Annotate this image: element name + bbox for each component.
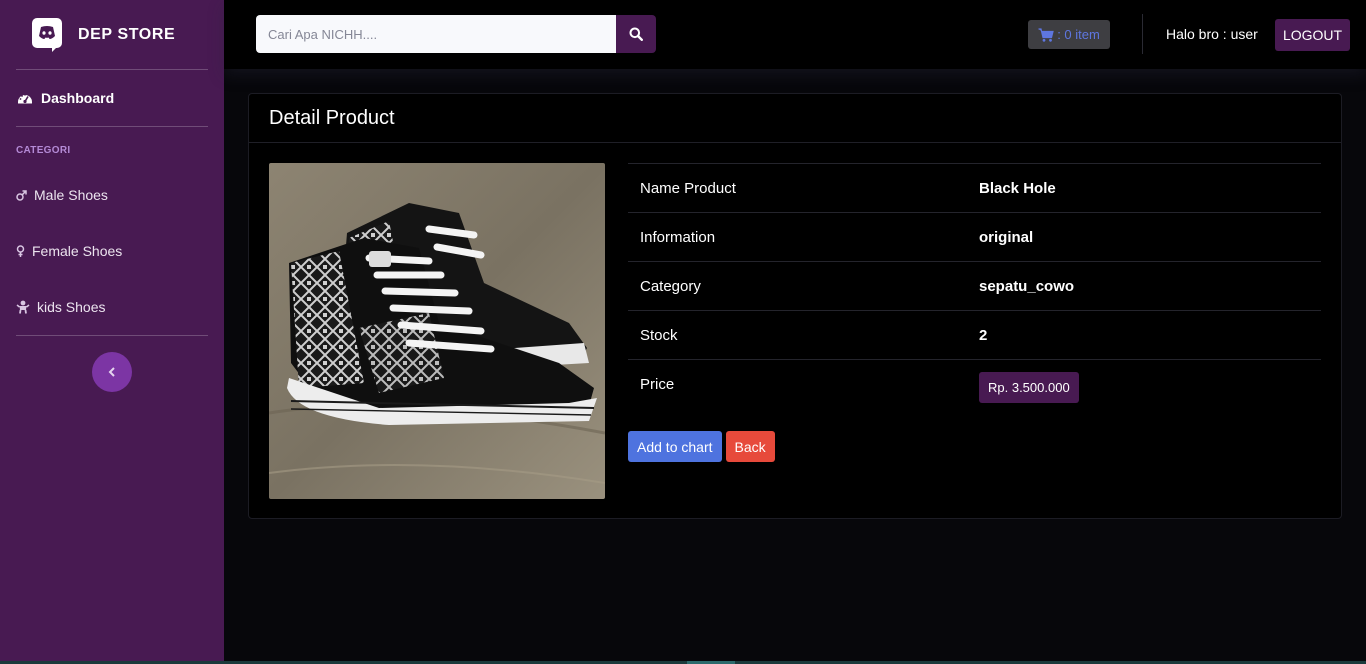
sidebar-item-male-shoes[interactable]: Male Shoes — [0, 167, 224, 223]
cart-button[interactable]: : 0 item — [1028, 20, 1110, 49]
detail-label: Information — [628, 212, 967, 262]
brand[interactable]: DEP STORE — [0, 0, 224, 69]
table-row: Information original — [628, 212, 1321, 262]
detail-label: Name Product — [628, 163, 967, 213]
details-table: Name Product Black Hole Information orig… — [628, 163, 1321, 416]
topbar-divider — [1142, 14, 1143, 54]
detail-value: Black Hole — [967, 163, 1321, 213]
sidebar-toggle-button[interactable] — [92, 352, 132, 392]
product-image — [269, 163, 605, 499]
search-input[interactable] — [256, 15, 616, 53]
sidebar-item-dashboard[interactable]: Dashboard — [0, 70, 224, 126]
detail-label: Price — [628, 359, 967, 416]
price-badge: Rp. 3.500.000 — [979, 372, 1079, 403]
sidebar: DEP STORE Dashboard CATEGORI Male Shoes — [0, 0, 224, 664]
page-title: Detail Product — [269, 106, 395, 129]
sidebar-item-label: Male Shoes — [34, 187, 108, 203]
user-greeting: Halo bro : user — [1166, 26, 1258, 42]
venus-icon — [16, 245, 25, 257]
detail-value: 2 — [967, 310, 1321, 360]
search-bar — [256, 15, 656, 53]
discord-logo-icon — [32, 17, 62, 52]
table-row: Price Rp. 3.500.000 — [628, 359, 1321, 416]
table-row: Category sepatu_cowo — [628, 261, 1321, 311]
table-row: Stock 2 — [628, 310, 1321, 360]
sidebar-heading: CATEGORI — [16, 145, 71, 156]
baby-icon — [16, 300, 30, 314]
action-buttons: Add to chart Back — [628, 431, 775, 462]
sidebar-divider — [16, 335, 208, 336]
product-details: Name Product Black Hole Information orig… — [628, 163, 1321, 416]
back-button[interactable]: Back — [725, 431, 775, 462]
product-detail-card: Detail Product Name Product Black Hole I… — [248, 93, 1342, 519]
sidebar-item-female-shoes[interactable]: Female Shoes — [0, 223, 224, 279]
brand-name: DEP STORE — [78, 25, 176, 43]
tachometer-icon — [16, 91, 34, 105]
detail-value: sepatu_cowo — [967, 261, 1321, 311]
cart-count: : 0 item — [1057, 27, 1100, 42]
card-header: Detail Product — [249, 94, 1341, 143]
detail-value: original — [967, 212, 1321, 262]
add-to-cart-button[interactable]: Add to chart — [628, 431, 722, 462]
topbar: : 0 item Halo bro : user LOGOUT — [224, 0, 1366, 69]
detail-label: Stock — [628, 310, 967, 360]
sidebar-item-label: kids Shoes — [37, 299, 106, 315]
logout-button[interactable]: LOGOUT — [1275, 19, 1350, 51]
sidebar-item-kids-shoes[interactable]: kids Shoes — [0, 279, 224, 335]
detail-label: Category — [628, 261, 967, 311]
mars-icon — [16, 189, 27, 201]
cart-icon — [1038, 27, 1054, 42]
search-button[interactable] — [616, 15, 656, 53]
table-row: Name Product Black Hole — [628, 163, 1321, 213]
sidebar-item-label: Dashboard — [41, 90, 115, 106]
search-icon — [629, 27, 643, 41]
sidebar-item-label: Female Shoes — [32, 243, 123, 259]
chevron-left-icon — [108, 367, 115, 377]
